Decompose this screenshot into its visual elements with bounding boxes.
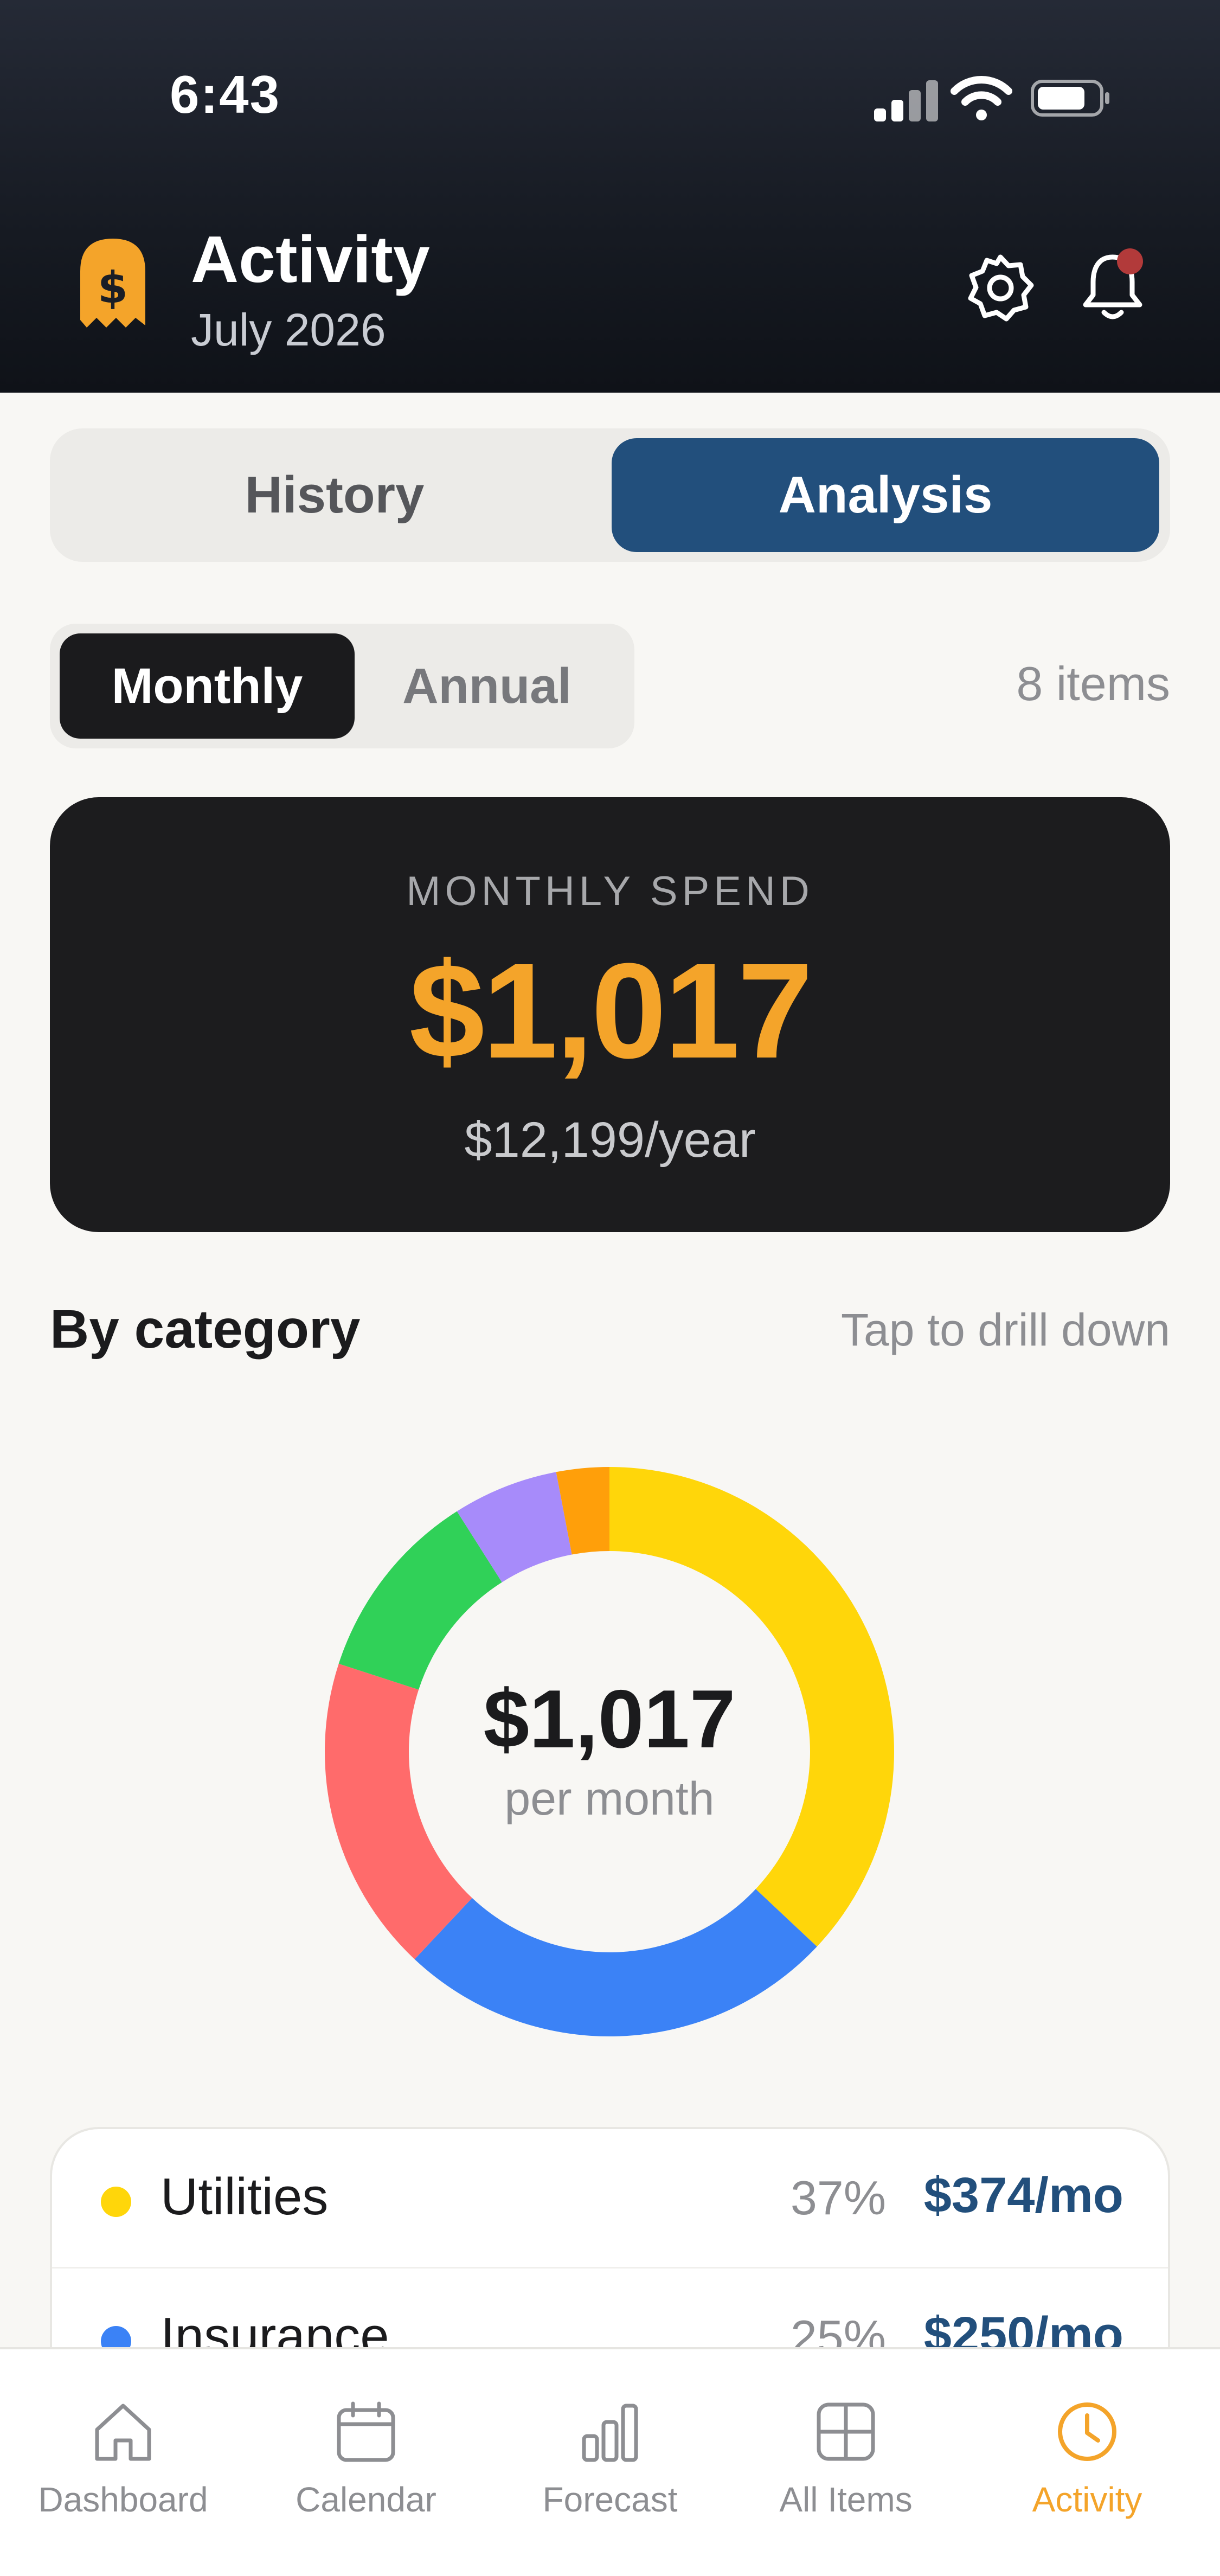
receipt-dollar-icon: $: [80, 239, 145, 328]
wifi-icon: [951, 75, 1012, 120]
category-hint: Tap to drill down: [841, 1304, 1170, 1355]
items-count: 8 items: [1016, 657, 1170, 710]
tab-label: All Items: [779, 2480, 913, 2519]
period-toggle: Monthly Annual: [50, 624, 634, 748]
tab-analysis[interactable]: Analysis: [612, 438, 1159, 552]
svg-text:$: $: [98, 262, 128, 313]
page-title: Activity: [191, 222, 430, 296]
period-annual[interactable]: Annual: [351, 633, 622, 739]
donut-slice-insurance[interactable]: [414, 1889, 817, 2036]
category-amount: $374/mo: [923, 2168, 1123, 2223]
category-section-title: By category: [50, 1299, 361, 1360]
category-color-dot: [101, 2187, 131, 2217]
category-row[interactable]: Utilities 37% $374/mo: [52, 2129, 1168, 2267]
category-donut-chart[interactable]: [322, 1464, 897, 2039]
view-toggle: History Analysis: [50, 428, 1170, 562]
donut-slice-2[interactable]: [325, 1663, 472, 1959]
tab-dashboard[interactable]: Dashboard: [7, 2398, 240, 2539]
tab-all-items[interactable]: All Items: [729, 2398, 962, 2539]
page-subtitle: July 2026: [191, 304, 386, 355]
category-percent: 37%: [790, 2171, 886, 2225]
settings-icon[interactable]: [965, 253, 1036, 323]
tab-activity[interactable]: Activity: [971, 2398, 1204, 2539]
tab-forecast[interactable]: Forecast: [493, 2398, 727, 2539]
home-icon: [95, 2404, 151, 2461]
notification-badge: [1117, 248, 1143, 274]
clock-icon: [1058, 2402, 1116, 2461]
tab-label: Dashboard: [38, 2480, 208, 2519]
app-header: 6:43 $ Activity July 2026: [0, 0, 1220, 393]
spend-yearly: $12,199/year: [464, 1112, 756, 1168]
spend-label: MONTHLY SPEND: [406, 868, 814, 914]
bar-chart-icon: [582, 2404, 638, 2462]
tab-label: Calendar: [296, 2480, 436, 2519]
bottom-tab-bar: Dashboard Calendar Forecast All Items Ac…: [0, 2347, 1220, 2576]
grid-icon: [817, 2402, 875, 2461]
signal-icon: [874, 78, 939, 121]
tab-label: Activity: [1032, 2480, 1142, 2519]
status-icons: [868, 73, 1117, 121]
spend-value: $1,017: [409, 935, 813, 1086]
calendar-icon: [337, 2401, 395, 2462]
tab-calendar[interactable]: Calendar: [249, 2398, 483, 2539]
donut-slice-utilities[interactable]: [609, 1467, 894, 1947]
tab-history[interactable]: History: [61, 438, 608, 552]
period-monthly[interactable]: Monthly: [60, 633, 355, 739]
tab-label: Forecast: [542, 2480, 678, 2519]
monthly-spend-card: MONTHLY SPEND $1,017 $12,199/year: [50, 797, 1170, 1232]
status-time: 6:43: [170, 65, 281, 124]
category-name: Utilities: [160, 2168, 329, 2226]
battery-icon: [1031, 80, 1109, 117]
